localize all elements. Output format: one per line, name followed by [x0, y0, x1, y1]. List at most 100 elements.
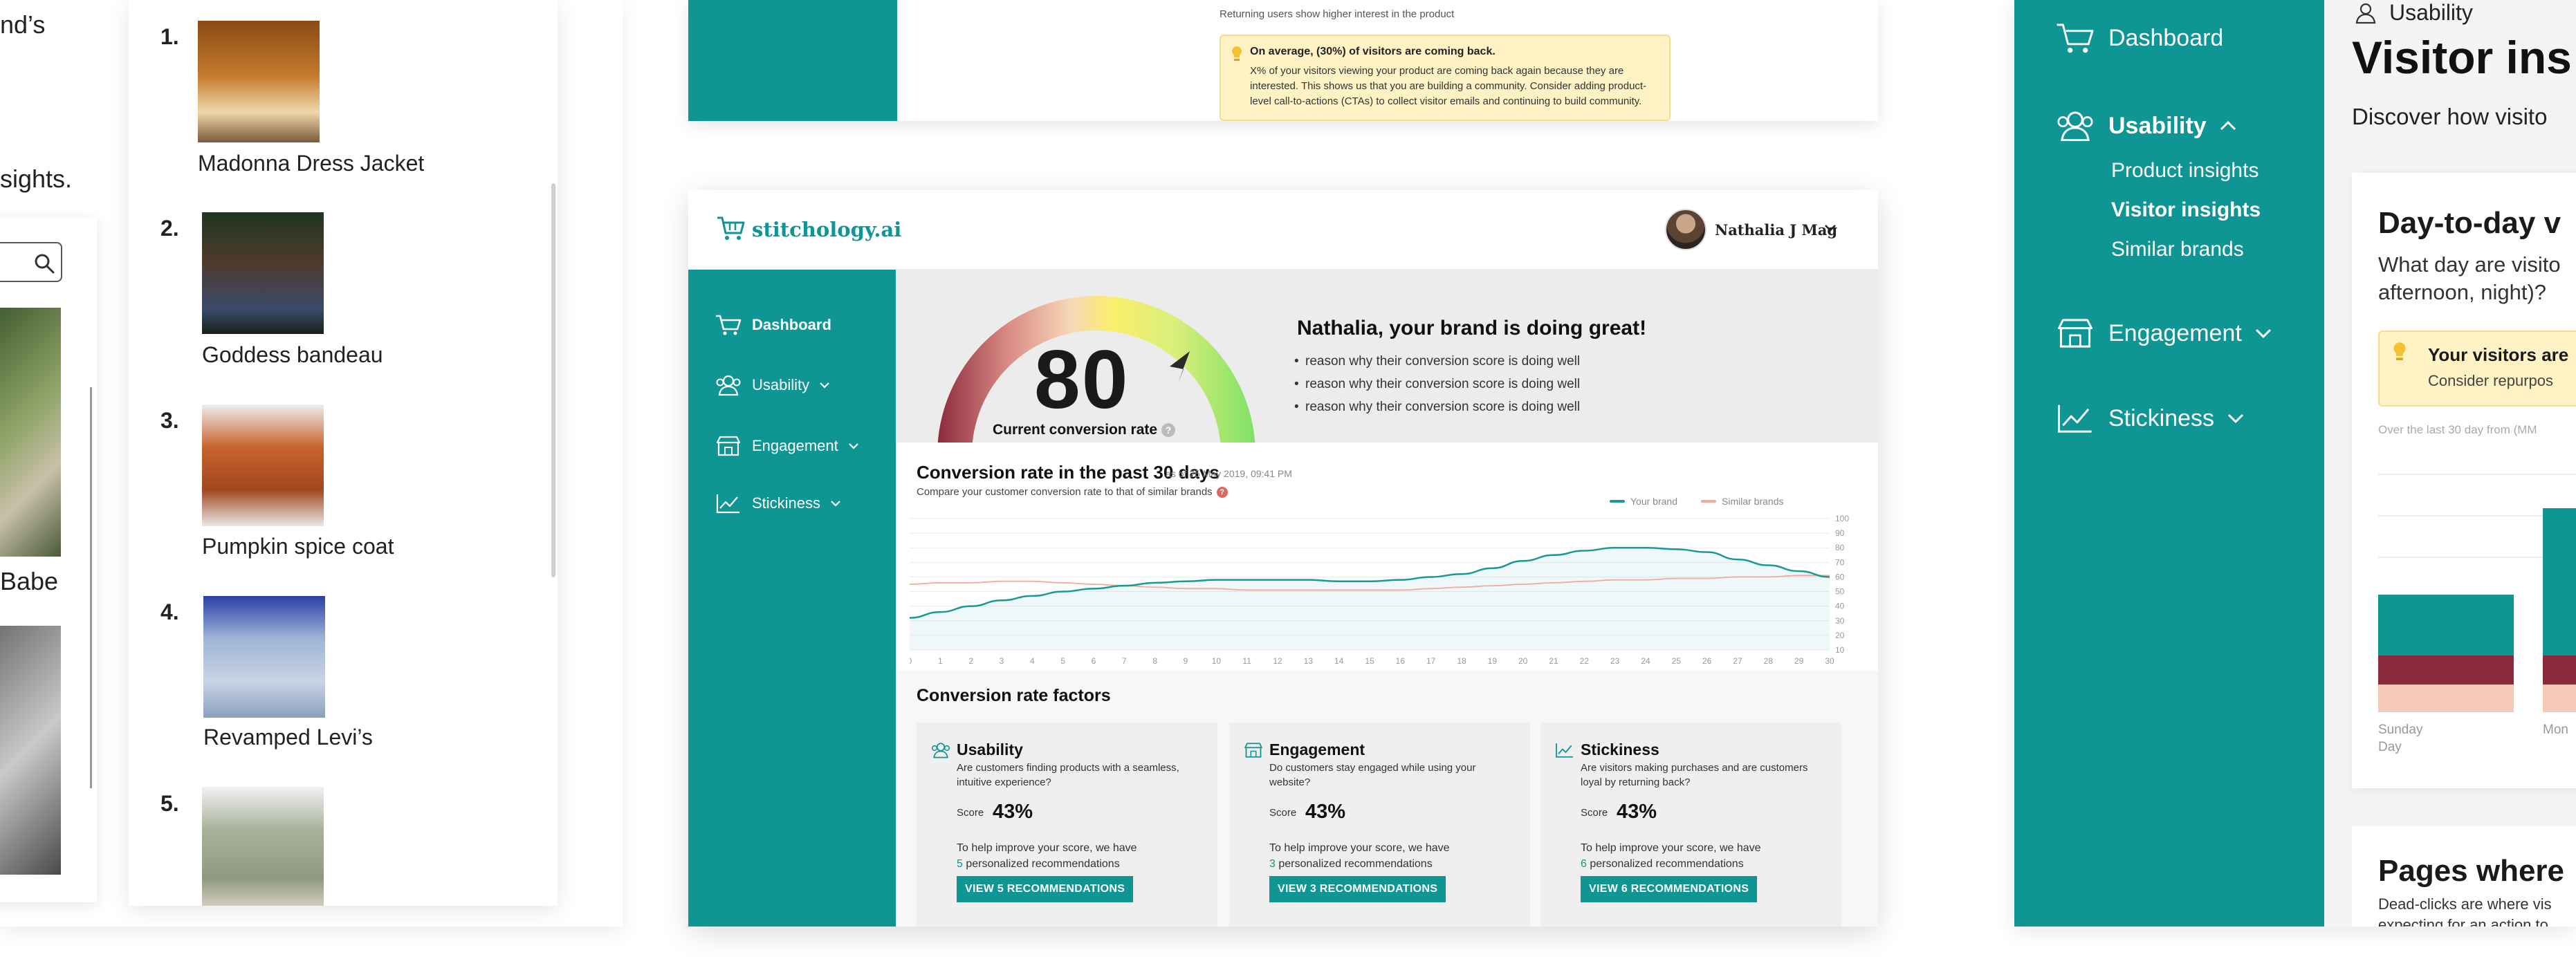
chevron-down-icon: [820, 382, 829, 389]
dashboard-window: stitchology.ai Nathalia J Mag Dashboard …: [688, 190, 1878, 927]
bar-segment-maroon[interactable]: [2378, 655, 2514, 685]
search-icon[interactable]: [33, 252, 55, 274]
users-icon: [2355, 3, 2376, 24]
x-tick-label: 0: [910, 656, 912, 666]
tip-title: Your visitors are: [2428, 344, 2569, 365]
users-icon: [931, 743, 950, 758]
chevron-down-icon: [831, 501, 840, 507]
visitor-insights-page: Dashboard Usability Product insights Vis…: [2014, 0, 2576, 927]
factor-help-text: To help improve your score, we have: [1269, 842, 1450, 854]
factor-help-text: personalized recommendations: [966, 858, 1120, 870]
brand-logo[interactable]: stitchology.ai: [752, 218, 901, 241]
trend-icon: [1556, 743, 1573, 758]
x-tick-label: 1: [938, 656, 943, 666]
sidebar-item-label: Dashboard: [752, 316, 831, 333]
sidebar-subitem-similar-brands[interactable]: Similar brands: [2111, 238, 2244, 261]
product-thumbnail[interactable]: [203, 596, 325, 718]
breadcrumb[interactable]: Usability: [2352, 0, 2473, 26]
x-tick-label: 3: [1000, 656, 1004, 666]
list-number: 2.: [160, 216, 179, 241]
x-tick-label: 7: [1122, 656, 1127, 666]
view-recommendations-button[interactable]: VIEW 6 RECOMMENDATIONS: [1581, 876, 1758, 902]
product-photo[interactable]: [0, 308, 61, 557]
factor-description: Are visitors making purchases and are cu…: [1581, 762, 1808, 788]
chart-subtitle-text: Compare your customer conversion rate to…: [917, 486, 1213, 498]
sidebar-item-engagement[interactable]: Engagement: [2054, 316, 2272, 351]
x-tick-label: 15: [1365, 656, 1374, 666]
chevron-up-icon: [2220, 120, 2236, 131]
factor-title: Engagement: [1269, 741, 1365, 758]
factor-help: To help improve your score, we have 6 per…: [1581, 840, 1830, 872]
chart-caption: Over the last 30 day from (MM: [2378, 423, 2537, 436]
product-photo[interactable]: [0, 626, 61, 875]
x-tick-label: 19: [1488, 656, 1498, 666]
sidebar-item-label: Usability: [752, 376, 810, 393]
chevron-down-icon: [2228, 413, 2244, 424]
factor-title: Usability: [957, 741, 1023, 758]
help-icon[interactable]: ?: [1161, 423, 1176, 438]
x-tick-label: 11: [1242, 656, 1251, 666]
sidebar-item-dashboard[interactable]: Dashboard: [715, 308, 831, 342]
x-tick-label: 16: [1396, 656, 1406, 666]
bar-segment-maroon[interactable]: [2543, 655, 2576, 685]
factor-title: Stickiness: [1581, 741, 1659, 758]
chevron-down-icon[interactable]: [1824, 224, 1837, 232]
legend-similar-brands[interactable]: Similar brands: [1701, 496, 1783, 507]
bar-segment-peach[interactable]: [2543, 685, 2576, 712]
factor-help-text: personalized recommendations: [1590, 858, 1744, 870]
sidebar-item-dashboard[interactable]: Dashboard: [2054, 21, 2223, 55]
lightbulb-icon: [2393, 342, 2406, 360]
x-tick-label: 21: [1549, 656, 1558, 666]
cart-icon: [716, 315, 742, 335]
product-thumbnail[interactable]: [202, 404, 324, 526]
sidebar-item-label: Engagement: [2108, 319, 2242, 346]
view-recommendations-button[interactable]: VIEW 5 RECOMMENDATIONS: [957, 876, 1134, 902]
product-name[interactable]: Revamped Levi’s: [203, 725, 373, 750]
bar-label: Day: [2378, 740, 2402, 754]
view-recommendations-button[interactable]: VIEW 3 RECOMMENDATIONS: [1269, 876, 1446, 902]
list-number: 5.: [160, 791, 179, 816]
recommendation-count: 6: [1581, 858, 1587, 870]
search-input[interactable]: [0, 242, 62, 282]
sidebar-item-usability[interactable]: Usability: [2054, 109, 2237, 143]
factor-help: To help improve your score, we have 5 per…: [957, 840, 1206, 872]
reason-item: reason why their conversion score is doi…: [1294, 400, 1580, 415]
sidebar-item-label: Stickiness: [2108, 404, 2215, 431]
x-tick-label: 14: [1334, 656, 1344, 666]
sidebar-item-stickiness[interactable]: Stickiness: [2054, 401, 2245, 436]
header: stitchology.ai Nathalia J Mag: [688, 190, 1878, 270]
sidebar-item-engagement[interactable]: Engagement: [715, 429, 859, 463]
avatar[interactable]: [1665, 209, 1706, 250]
store-icon: [716, 436, 741, 456]
product-thumbnail[interactable]: [202, 787, 324, 906]
breadcrumb-label: Usability: [2389, 0, 2473, 25]
legend-swatch: [1610, 500, 1625, 503]
product-thumbnail[interactable]: [202, 212, 324, 334]
product-name[interactable]: Madonna Dress Jacket: [198, 151, 424, 176]
product-thumbnail[interactable]: [198, 21, 320, 142]
recommendation-count: 5: [957, 858, 963, 870]
card-question: afternoon, night)?: [2378, 280, 2547, 304]
tip-body: Consider repurpos: [2428, 372, 2553, 389]
sidebar-item-label: Stickiness: [752, 494, 821, 512]
scrollbar[interactable]: [551, 183, 555, 577]
y-tick-label: 90: [1835, 528, 1845, 538]
tip-title: On average, (30%) of visitors are coming…: [1250, 46, 1496, 57]
sidebar-subitem-visitor-insights[interactable]: Visitor insights: [2111, 198, 2261, 222]
bar-segment-teal[interactable]: [2378, 595, 2514, 655]
sidebar-item-usability[interactable]: Usability: [715, 368, 830, 402]
series-area-your-brand: [910, 548, 1830, 650]
x-tick-label: 25: [1672, 656, 1682, 666]
sidebar-item-stickiness[interactable]: Stickiness: [715, 486, 841, 521]
help-icon[interactable]: ?: [1216, 487, 1228, 499]
legend-your-brand[interactable]: Your brand: [1610, 496, 1677, 507]
sidebar-subitem-product-insights[interactable]: Product insights: [2111, 159, 2258, 183]
y-tick-label: 10: [1835, 645, 1845, 655]
bar-segment-teal[interactable]: [2543, 508, 2576, 655]
bar-segment-peach[interactable]: [2378, 685, 2514, 712]
product-name[interactable]: Goddess bandeau: [202, 342, 383, 368]
y-tick-label: 50: [1835, 587, 1845, 597]
product-name[interactable]: Pumpkin spice coat: [202, 534, 394, 559]
user-name[interactable]: Nathalia J Mag: [1715, 221, 1837, 239]
y-tick-label: 40: [1835, 602, 1845, 611]
